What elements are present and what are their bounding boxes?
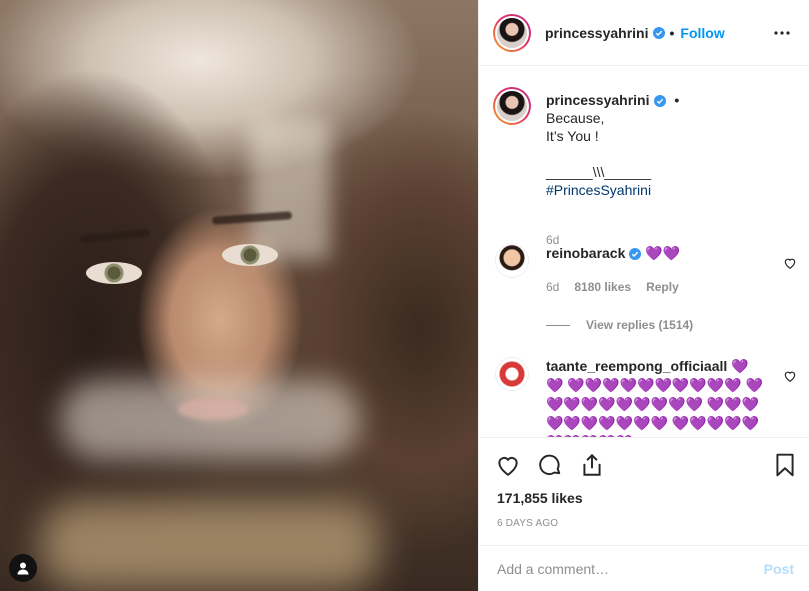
caption-text-line: It’s You ! <box>546 128 599 144</box>
caption-username[interactable]: princessyahrini <box>546 92 650 108</box>
commenter-avatar[interactable] <box>495 244 529 278</box>
author-username[interactable]: princessyahrini <box>545 25 649 41</box>
photo-detail <box>79 228 151 244</box>
reply-button[interactable]: Reply <box>646 280 679 294</box>
likes-count[interactable]: 171,855 likes <box>497 490 583 506</box>
separator-dot: • <box>674 92 680 108</box>
photo-blur <box>60 380 360 460</box>
caption-hashtag-link[interactable]: #PrincesSyahrini <box>546 181 786 199</box>
view-replies-label: View replies (1514) <box>586 318 694 332</box>
like-heart-icon[interactable] <box>495 452 521 478</box>
share-icon[interactable] <box>579 452 605 478</box>
commenter-username[interactable]: reinobarack <box>546 245 625 261</box>
verified-badge-icon <box>652 26 665 39</box>
verified-badge-icon <box>629 248 642 261</box>
instagram-post: princessyahrini • Follow princessyahrini… <box>0 0 809 591</box>
like-comment-heart-icon[interactable] <box>783 369 797 383</box>
post-date[interactable]: 6 DAYS AGO <box>497 518 558 529</box>
author-avatar[interactable] <box>493 13 531 52</box>
comment-timestamp[interactable]: 6d <box>546 280 559 294</box>
photo-highlight <box>250 120 330 260</box>
post-comment-button[interactable]: Post <box>764 561 794 577</box>
more-horizontal-icon[interactable] <box>770 21 794 45</box>
comment-bubble-icon[interactable] <box>537 452 563 478</box>
user-tag-icon[interactable] <box>9 554 37 582</box>
caption-avatar[interactable] <box>493 87 531 125</box>
separator-dot: • <box>669 24 675 41</box>
follow-button[interactable]: Follow <box>680 25 724 41</box>
view-replies-button[interactable]: View replies (1514) <box>546 318 693 332</box>
post-header: princessyahrini • Follow <box>479 0 809 66</box>
verified-badge-icon <box>653 95 666 108</box>
caption-text-line: Because, <box>546 110 605 126</box>
commenter-avatar[interactable] <box>495 357 529 391</box>
post-side-panel: princessyahrini • Follow princessyahrini… <box>478 0 809 591</box>
comments-list[interactable]: princessyahrini • Because, It’s You ! __… <box>479 67 809 437</box>
photo-detail <box>86 262 142 284</box>
post-photo[interactable] <box>0 0 478 591</box>
comment-input[interactable] <box>497 560 764 577</box>
commenter-username[interactable]: taante_reempong_officiaall <box>546 358 727 374</box>
replies-divider <box>546 324 570 326</box>
photo-blur <box>40 500 380 590</box>
like-comment-heart-icon[interactable] <box>783 256 797 270</box>
photo-detail <box>222 244 278 266</box>
caption-divider: ______\\\______ <box>546 164 652 180</box>
comment-likes-count[interactable]: 8180 likes <box>574 280 631 294</box>
comment-text: 💜💜 <box>645 245 681 261</box>
add-comment-bar: Post <box>479 545 809 591</box>
bookmark-icon[interactable] <box>772 452 798 478</box>
post-actions: 171,855 likes 6 DAYS AGO <box>479 437 809 545</box>
